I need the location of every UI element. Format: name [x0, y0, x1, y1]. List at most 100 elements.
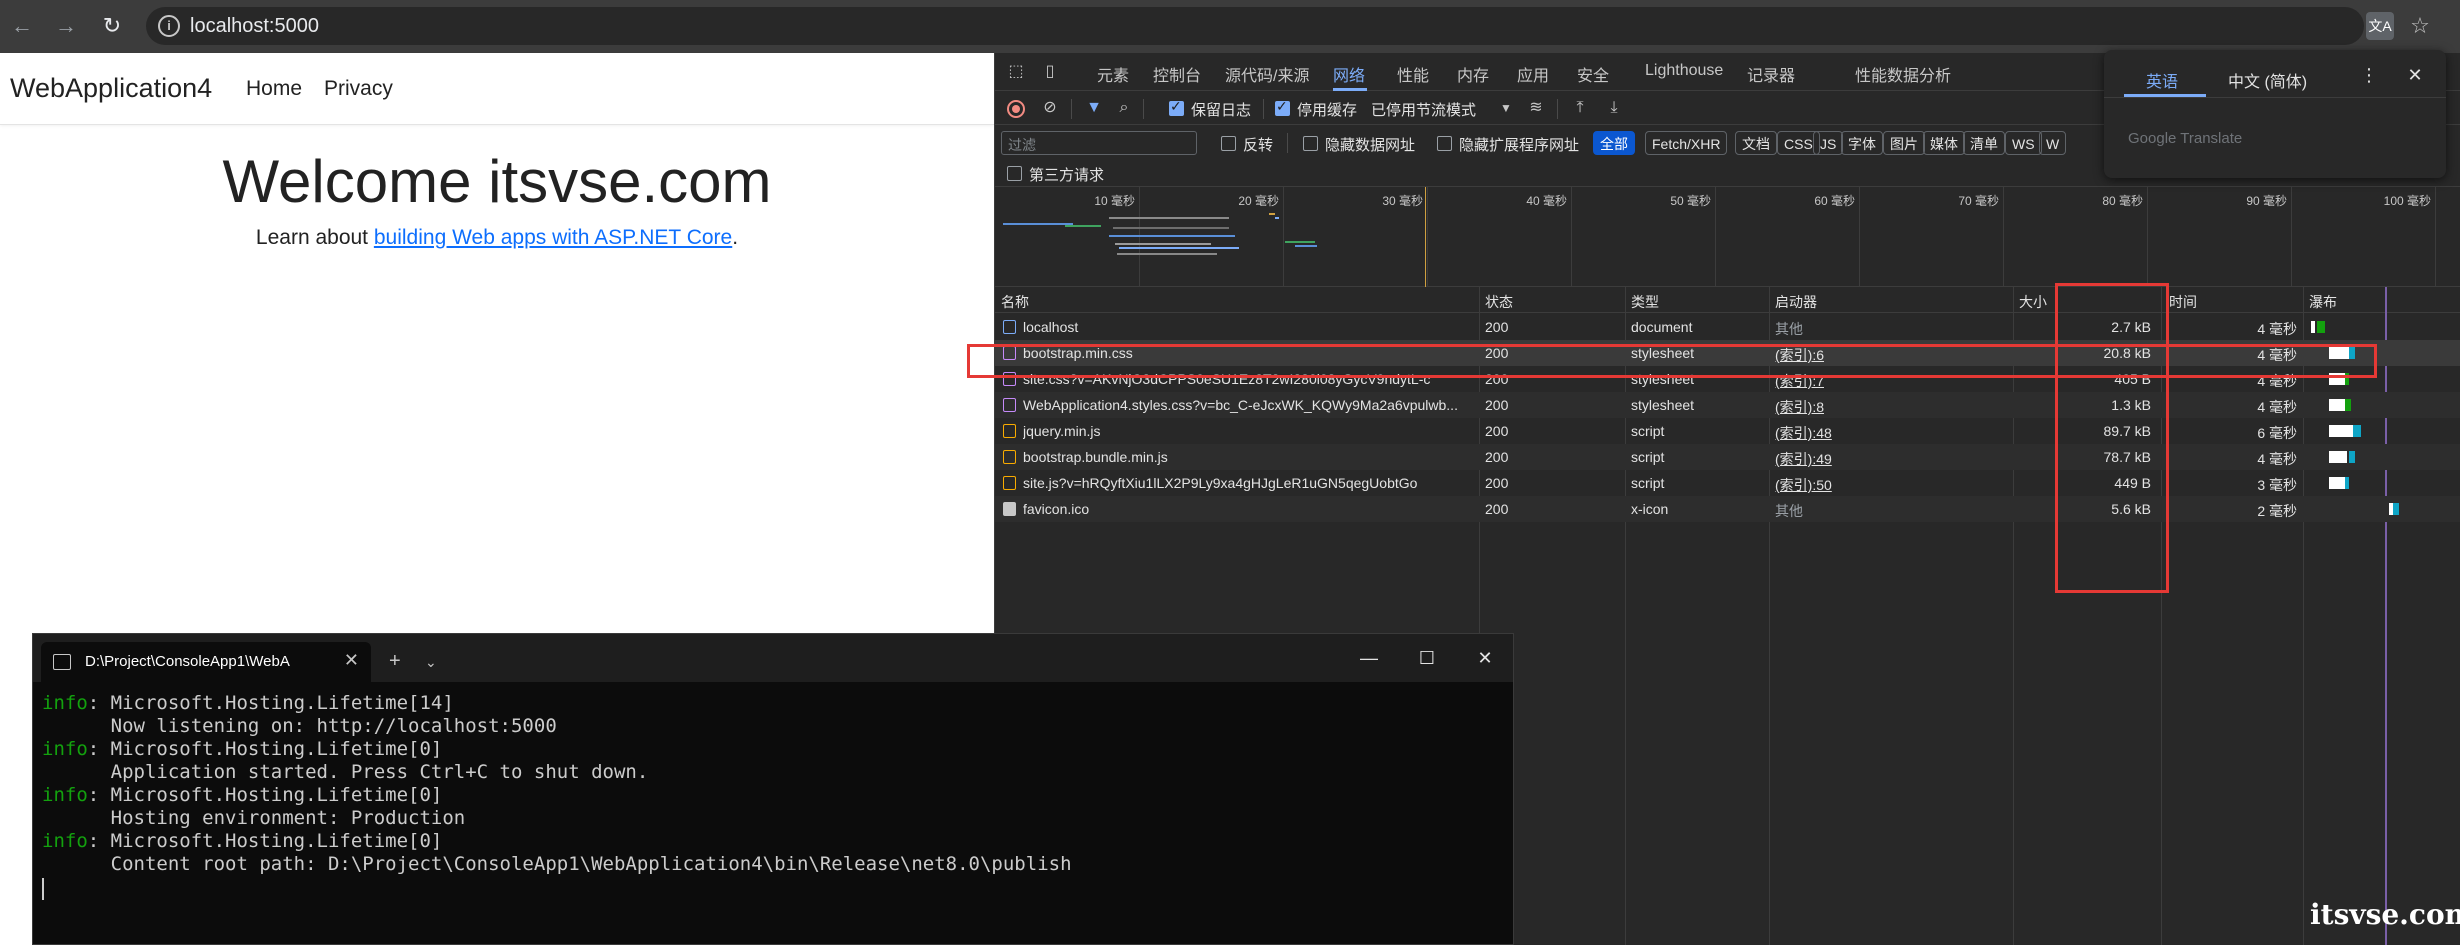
- devtools-tab[interactable]: 安全: [1577, 62, 1609, 86]
- overview-tick-label: 50 毫秒: [1670, 194, 1711, 208]
- request-row[interactable]: localhost 200 document 其他 2.7 kB 4 毫秒: [995, 314, 2460, 340]
- log-message: : Microsoft.Hosting.Lifetime[14]: [87, 692, 454, 714]
- terminal-titlebar[interactable]: D:\Project\ConsoleApp1\WebA ✕ + ⌄ — ☐ ✕: [33, 634, 1513, 682]
- request-initiator[interactable]: (索引):8: [1775, 397, 2005, 417]
- throttling-select[interactable]: 已停用节流模式: [1371, 99, 1476, 120]
- hide-extension-urls-checkbox[interactable]: [1437, 136, 1452, 151]
- log-level-label: info: [42, 692, 88, 714]
- browser-toolbar: ← → ↻ i localhost:5000 文A ☆: [0, 0, 2460, 53]
- devtools-tab[interactable]: 网络: [1333, 62, 1365, 86]
- overview-gridline: [1859, 187, 1860, 287]
- toolbar-divider: [1143, 99, 1144, 119]
- export-har-icon[interactable]: ⤓: [1603, 97, 1625, 119]
- record-icon[interactable]: [1007, 100, 1025, 118]
- filter-icon[interactable]: ▼: [1083, 97, 1105, 119]
- col-time-header[interactable]: 时间: [2169, 292, 2197, 312]
- devtools-tab[interactable]: 源代码/来源: [1225, 62, 1309, 86]
- filter-chip[interactable]: 媒体: [1923, 131, 1965, 155]
- request-initiator[interactable]: (索引):48: [1775, 423, 2005, 443]
- address-url[interactable]: localhost:5000: [190, 15, 319, 38]
- devtools-tab[interactable]: 性能数据分析: [1855, 62, 1951, 86]
- request-name: WebApplication4.styles.css?v=bc_C-eJcxWK…: [1023, 397, 1458, 413]
- devtools-tab[interactable]: Lighthouse: [1645, 62, 1723, 80]
- request-initiator[interactable]: (索引):49: [1775, 449, 2005, 469]
- import-har-icon[interactable]: ⤒: [1569, 97, 1591, 119]
- third-party-checkbox[interactable]: [1007, 166, 1022, 181]
- col-status-header[interactable]: 状态: [1485, 292, 1513, 312]
- filter-chip[interactable]: 清单: [1963, 131, 2005, 155]
- request-row[interactable]: WebApplication4.styles.css?v=bc_C-eJcxWK…: [995, 392, 2460, 418]
- request-row[interactable]: jquery.min.js 200 script (索引):48 89.7 kB 6 毫秒: [995, 418, 2460, 444]
- devtools-tab[interactable]: 控制台: [1153, 62, 1201, 86]
- devtools-tab[interactable]: 应用: [1517, 62, 1549, 86]
- maximize-icon[interactable]: ☐: [1413, 644, 1441, 672]
- waterfall-bar: [2329, 477, 2345, 489]
- forward-icon[interactable]: →: [50, 10, 82, 42]
- translate-tab-target[interactable]: 中文 (简体): [2228, 68, 2307, 92]
- more-options-icon[interactable]: ⋮: [2358, 64, 2380, 86]
- terminal-tab[interactable]: D:\Project\ConsoleApp1\WebA ✕: [41, 642, 371, 682]
- clear-icon[interactable]: ⊘: [1039, 97, 1061, 119]
- close-icon[interactable]: ✕: [2404, 64, 2426, 86]
- site-brand[interactable]: WebApplication4: [10, 73, 212, 104]
- bookmark-star-icon[interactable]: ☆: [2406, 12, 2434, 40]
- learn-suffix: .: [732, 226, 739, 249]
- request-row[interactable]: site.js?v=hRQyftXiu1lLX2P9Ly9xa4gHJgLeR1…: [995, 470, 2460, 496]
- close-window-icon[interactable]: ✕: [1471, 644, 1499, 672]
- devtools-tab[interactable]: 元素: [1097, 62, 1129, 86]
- minimize-icon[interactable]: —: [1355, 644, 1383, 672]
- reload-icon[interactable]: ↻: [96, 10, 128, 42]
- terminal-output[interactable]: info: Microsoft.Hosting.Lifetime[14] Now…: [42, 692, 1072, 876]
- filter-chip[interactable]: WS: [2005, 131, 2042, 155]
- overview-request-bar: [1295, 245, 1317, 247]
- inspect-element-icon[interactable]: ⬚: [1005, 61, 1027, 83]
- devtools-tab[interactable]: 性能: [1397, 62, 1429, 86]
- watermark: itsvse.com: [2310, 898, 2460, 931]
- col-name-header[interactable]: 名称: [1001, 292, 1029, 312]
- col-type-header[interactable]: 类型: [1631, 292, 1659, 312]
- filter-chip[interactable]: 字体: [1841, 131, 1883, 155]
- new-tab-icon[interactable]: +: [389, 650, 401, 673]
- translate-tab-source[interactable]: 英语: [2146, 68, 2178, 92]
- waterfall-bar: [2311, 321, 2315, 333]
- nav-home-link[interactable]: Home: [246, 77, 302, 101]
- nav-privacy-link[interactable]: Privacy: [324, 77, 393, 101]
- chevron-down-icon[interactable]: ⌄: [425, 654, 437, 671]
- hide-data-urls-checkbox[interactable]: [1303, 136, 1318, 151]
- translate-icon[interactable]: 文A: [2366, 12, 2394, 40]
- close-tab-icon[interactable]: ✕: [344, 650, 359, 671]
- col-waterfall-header[interactable]: 瀑布: [2309, 292, 2337, 312]
- aspnet-docs-link[interactable]: building Web apps with ASP.NET Core: [374, 226, 732, 249]
- network-conditions-icon[interactable]: ≋: [1525, 97, 1547, 119]
- col-initiator-header[interactable]: 启动器: [1775, 292, 1817, 312]
- request-status: 200: [1485, 423, 1509, 439]
- col-size-header[interactable]: 大小: [2019, 292, 2047, 312]
- log-message: : Microsoft.Hosting.Lifetime[0]: [87, 738, 443, 760]
- request-row[interactable]: bootstrap.bundle.min.js 200 script (索引):49 7…: [995, 444, 2460, 470]
- filter-chip[interactable]: 全部: [1593, 131, 1635, 155]
- invert-checkbox[interactable]: [1221, 136, 1236, 151]
- filter-chip[interactable]: JS: [1813, 131, 1844, 155]
- filter-chip[interactable]: W: [2039, 131, 2067, 155]
- request-row[interactable]: favicon.ico 200 x-icon 其他 5.6 kB 2 毫秒: [995, 496, 2460, 522]
- disable-cache-checkbox[interactable]: [1275, 98, 1290, 116]
- waterfall-bar: [2393, 503, 2399, 515]
- request-initiator[interactable]: (索引):50: [1775, 475, 2005, 495]
- filter-input[interactable]: 过滤: [1001, 131, 1197, 155]
- preserve-log-checkbox[interactable]: [1169, 98, 1184, 116]
- overview-tick-label: 60 毫秒: [1814, 194, 1855, 208]
- devtools-tab[interactable]: 内存: [1457, 62, 1489, 86]
- filter-chip[interactable]: Fetch/XHR: [1645, 131, 1728, 155]
- device-toolbar-icon[interactable]: ▯: [1039, 61, 1061, 83]
- overview-tick-label: 10 毫秒: [1094, 194, 1135, 208]
- search-icon[interactable]: ⌕: [1113, 97, 1135, 119]
- network-overview[interactable]: 10 毫秒 20 毫秒 30 毫秒 40 毫秒 50 毫秒 60 毫秒 70 毫秒 80 毫秒…: [995, 187, 2460, 287]
- devtools-tab[interactable]: 记录器: [1747, 62, 1795, 86]
- site-info-icon[interactable]: i: [158, 15, 180, 37]
- filter-chip[interactable]: 图片: [1883, 131, 1925, 155]
- back-icon[interactable]: ←: [6, 10, 38, 42]
- chevron-down-icon[interactable]: ▼: [1495, 97, 1517, 119]
- address-bar[interactable]: i localhost:5000: [146, 7, 2364, 45]
- filter-chip[interactable]: 文档: [1735, 131, 1777, 155]
- waterfall-bar: [2349, 451, 2355, 463]
